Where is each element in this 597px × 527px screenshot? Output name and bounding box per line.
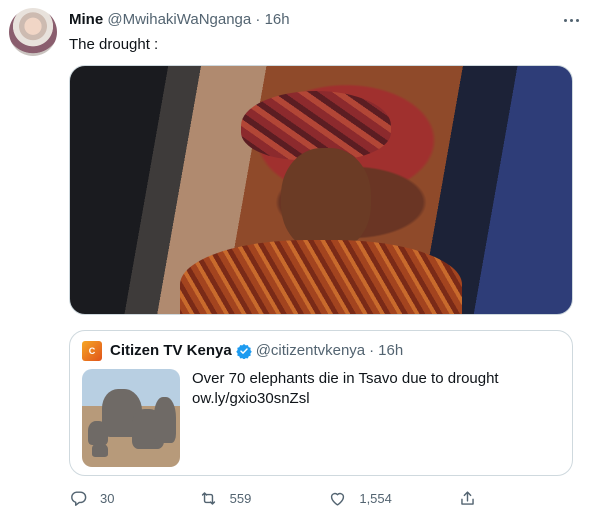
heart-icon: [331, 492, 345, 506]
verified-badge-icon: [235, 344, 252, 359]
action-bar: 30 559 1,554: [69, 486, 489, 510]
reply-count: 30: [100, 490, 115, 506]
quoted-headline: Over 70 elephants die in Tsavo due to dr…: [192, 370, 499, 387]
photo-garment: [180, 239, 462, 314]
quoted-thumbnail: [82, 369, 180, 467]
quoted-separator-dot: ·: [369, 342, 375, 359]
quoted-author-handle: @citizentvkenya: [255, 342, 366, 359]
retweet-icon: [201, 491, 215, 505]
author-handle[interactable]: @MwihakiWaNganga: [107, 11, 251, 28]
share-button[interactable]: [458, 489, 489, 508]
tweet-header: Mine @MwihakiWaNganga · 16h: [69, 10, 557, 30]
separator-dot: ·: [255, 11, 261, 28]
photo-face: [280, 147, 372, 252]
reply-icon: [71, 490, 87, 506]
reply-button[interactable]: 30: [69, 489, 199, 508]
quoted-text: Over 70 elephants die in Tsavo due to dr…: [192, 369, 499, 467]
share-icon: [461, 490, 474, 505]
quoted-author-name: Citizen TV Kenya: [110, 342, 232, 359]
avatar[interactable]: [9, 8, 57, 56]
quoted-body: Over 70 elephants die in Tsavo due to dr…: [82, 369, 560, 467]
quoted-timestamp: 16h: [378, 342, 404, 359]
tweet: Mine @MwihakiWaNganga · 16h The drought …: [0, 0, 597, 527]
retweet-button[interactable]: 559: [199, 489, 329, 508]
timestamp[interactable]: 16h: [265, 11, 290, 28]
citizen-logo-icon: C: [82, 341, 102, 361]
like-count: 1,554: [359, 490, 392, 506]
like-button[interactable]: 1,554: [328, 489, 458, 508]
more-options-icon[interactable]: [557, 8, 585, 32]
quoted-link[interactable]: ow.ly/gxio30snZsl: [192, 389, 499, 409]
retweet-count: 559: [229, 490, 252, 506]
quoted-tweet[interactable]: C Citizen TV Kenya @citizentvkenya · 16h…: [69, 330, 573, 476]
tweet-text: The drought :: [69, 36, 159, 53]
author-name[interactable]: Mine: [69, 11, 103, 28]
quoted-header: C Citizen TV Kenya @citizentvkenya · 16h: [82, 341, 560, 361]
tweet-photo[interactable]: [69, 65, 573, 315]
